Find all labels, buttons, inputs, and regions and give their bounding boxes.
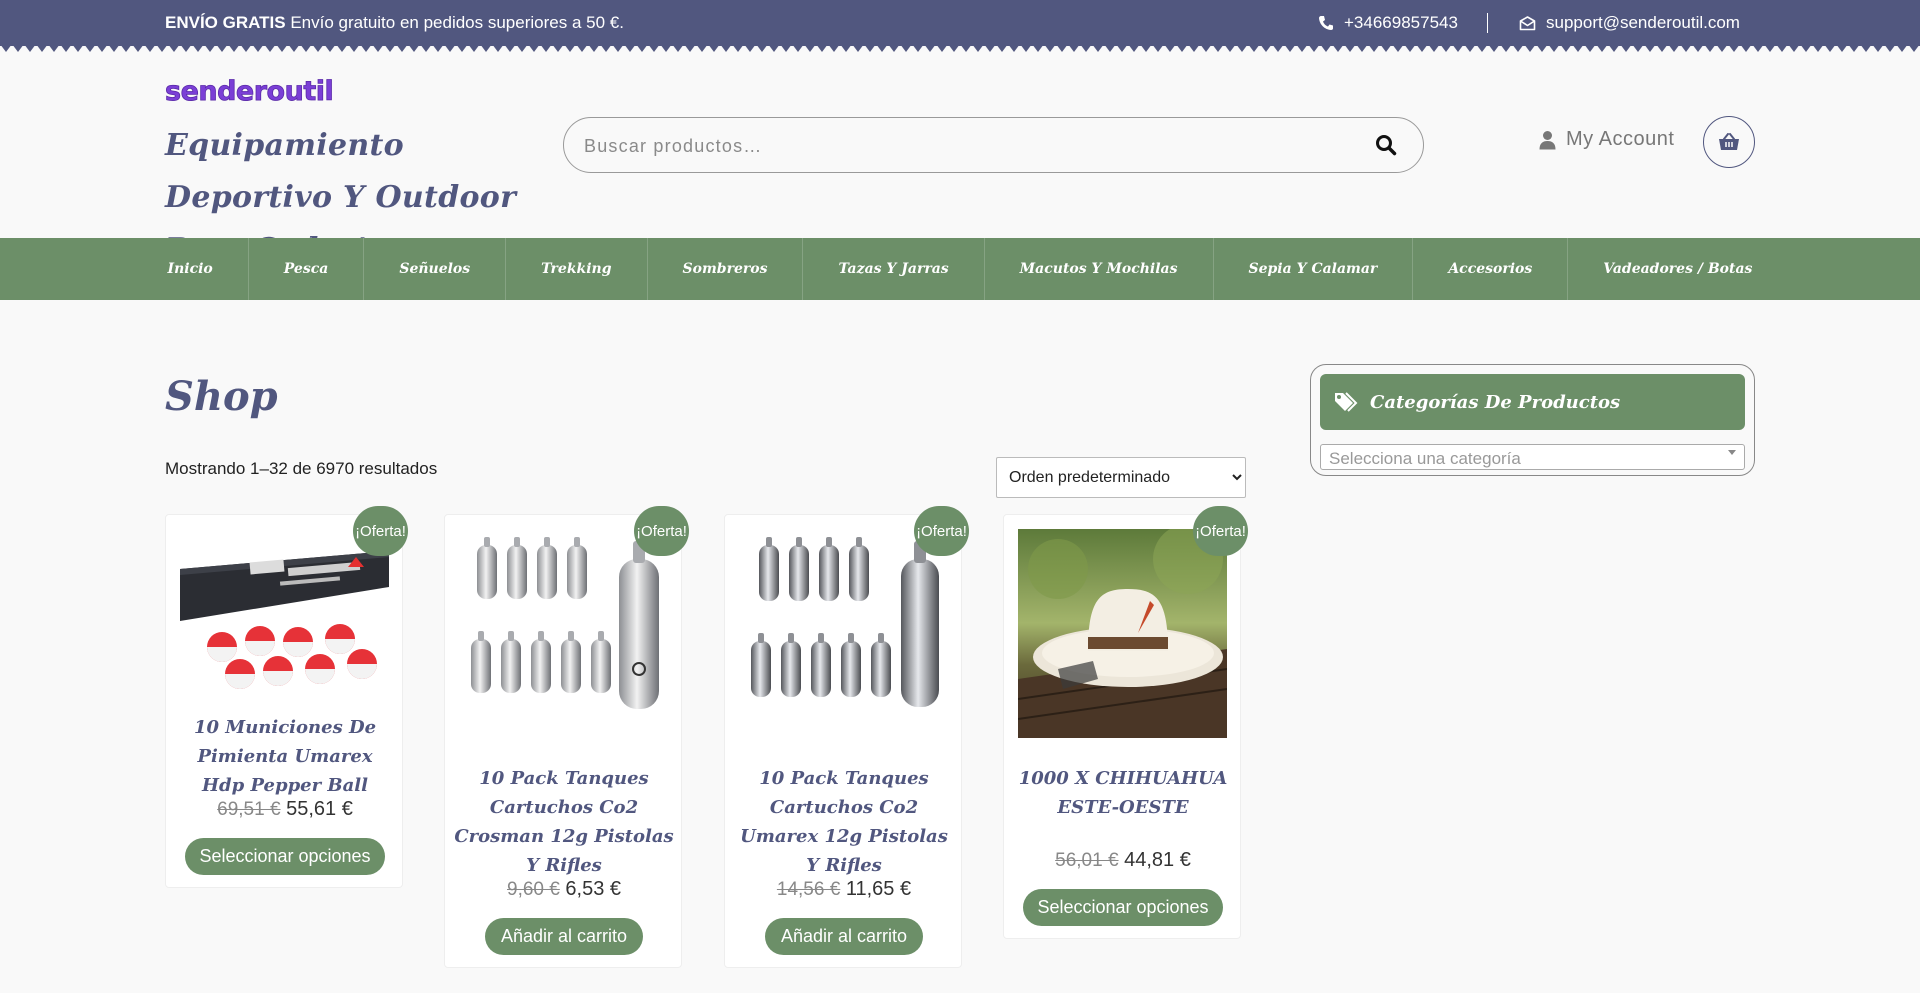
top-bar: ENVÍO GRATIS Envío gratuito en pedidos s…: [0, 0, 1920, 46]
product-price: 14,56 € 11,65 €: [725, 878, 963, 901]
product-image-co2-cartridges[interactable]: [459, 529, 668, 738]
chevron-down-icon: [1728, 450, 1736, 455]
product-image-pepper-balls[interactable]: [180, 529, 389, 738]
product-card[interactable]: 10 Pack Tanques Cartuchos Co2 Crosman 12…: [444, 514, 682, 968]
select-options-button[interactable]: Seleccionar opciones: [185, 838, 385, 875]
product-card[interactable]: 10 Pack Tanques Cartuchos Co2 Umarex 12g…: [724, 514, 962, 968]
sale-badge: ¡Oferta!: [634, 506, 689, 556]
product-card[interactable]: 10 Municiones De Pimienta Umarex Hdp Pep…: [165, 514, 403, 888]
add-to-cart-button[interactable]: Añadir al carrito: [765, 918, 923, 955]
basket-icon: [1719, 133, 1739, 150]
promo-strong: ENVÍO GRATIS: [165, 13, 286, 32]
phone-number[interactable]: +34669857543: [1344, 13, 1458, 33]
nav-item-macutos-mochilas[interactable]: Macutos Y Mochilas: [985, 238, 1214, 300]
page-title: Shop: [165, 373, 278, 420]
product-title[interactable]: 10 Municiones De Pimienta Umarex Hdp Pep…: [174, 713, 396, 800]
product-image-co2-cartridges[interactable]: [739, 529, 948, 738]
old-price: 9,60 €: [507, 879, 560, 900]
shipping-promo: ENVÍO GRATIS Envío gratuito en pedidos s…: [165, 13, 624, 33]
product-price: 69,51 € 55,61 €: [166, 798, 404, 821]
phone-link[interactable]: +34669857543: [1318, 13, 1458, 33]
logo-wordmark: senderoutil: [165, 76, 333, 106]
search-input[interactable]: [584, 132, 1344, 160]
category-select[interactable]: Selecciona una categoría: [1320, 444, 1745, 470]
sale-price: 11,65 €: [845, 878, 912, 900]
tags-icon: [1335, 392, 1358, 412]
select-options-button[interactable]: Seleccionar opciones: [1023, 889, 1223, 926]
envelope-icon: [1519, 15, 1536, 30]
nav-item-accesorios[interactable]: Accesorios: [1413, 238, 1569, 300]
promo-text: Envío gratuito en pedidos superiores a 5…: [290, 13, 624, 32]
product-price: 56,01 € 44,81 €: [1004, 849, 1242, 872]
nav-item-sombreros[interactable]: Sombreros: [648, 238, 804, 300]
widget-header: Categorías De Productos: [1320, 374, 1745, 430]
zigzag-border: [0, 44, 1920, 54]
email-link[interactable]: support@senderoutil.com: [1519, 13, 1740, 33]
product-categories-widget: Categorías De Productos Selecciona una c…: [1310, 364, 1755, 476]
nav-item-vadeadores-botas[interactable]: Vadeadores / Botas: [1568, 238, 1787, 300]
main-navigation: Inicio Pesca Señuelos Trekking Sombreros…: [0, 238, 1920, 300]
widget-title: Categorías De Productos: [1370, 391, 1621, 413]
nav-item-senuelos[interactable]: Señuelos: [364, 238, 507, 300]
nav-item-inicio[interactable]: Inicio: [133, 238, 249, 300]
nav-item-tazas-jarras[interactable]: Tazas Y Jarras: [803, 238, 985, 300]
sale-badge: ¡Oferta!: [353, 506, 408, 556]
product-price: 9,60 € 6,53 €: [445, 878, 683, 901]
old-price: 56,01 €: [1055, 850, 1119, 871]
account-label[interactable]: My Account: [1566, 128, 1674, 151]
product-title[interactable]: 10 Pack Tanques Cartuchos Co2 Umarex 12g…: [733, 764, 955, 880]
user-icon: [1539, 130, 1556, 149]
result-count: Mostrando 1–32 de 6970 resultados: [165, 459, 438, 478]
category-select-placeholder: Selecciona una categoría: [1329, 449, 1521, 468]
sale-price: 44,81 €: [1124, 849, 1191, 871]
topbar-divider: [1487, 13, 1488, 33]
my-account-link[interactable]: My Account: [1539, 128, 1674, 151]
nav-item-pesca[interactable]: Pesca: [249, 238, 365, 300]
email-address[interactable]: support@senderoutil.com: [1546, 13, 1740, 33]
sort-select[interactable]: Orden predeterminado: [996, 457, 1246, 498]
sale-price: 55,61 €: [286, 798, 353, 820]
old-price: 14,56 €: [776, 879, 841, 900]
product-image-cowboy-hat[interactable]: [1017, 524, 1228, 738]
phone-icon: [1319, 16, 1333, 30]
sale-badge: ¡Oferta!: [1193, 506, 1248, 556]
nav-item-sepia-calamar[interactable]: Sepia Y Calamar: [1214, 238, 1414, 300]
sale-badge: ¡Oferta!: [914, 506, 969, 556]
site-logo[interactable]: senderoutil: [165, 76, 365, 111]
product-search: [563, 117, 1424, 173]
product-title[interactable]: 10 Pack Tanques Cartuchos Co2 Crosman 12…: [453, 764, 675, 880]
sale-price: 6,53 €: [565, 878, 621, 900]
add-to-cart-button[interactable]: Añadir al carrito: [485, 918, 643, 955]
product-title[interactable]: 1000 X CHIHUAHUA ESTE-OESTE: [1012, 764, 1234, 822]
old-price: 69,51 €: [217, 799, 281, 820]
search-icon[interactable]: [1375, 134, 1397, 161]
product-card[interactable]: 1000 X CHIHUAHUA ESTE-OESTE 56,01 € 44,8…: [1003, 514, 1241, 939]
nav-item-trekking[interactable]: Trekking: [506, 238, 648, 300]
cart-button[interactable]: [1703, 116, 1755, 168]
